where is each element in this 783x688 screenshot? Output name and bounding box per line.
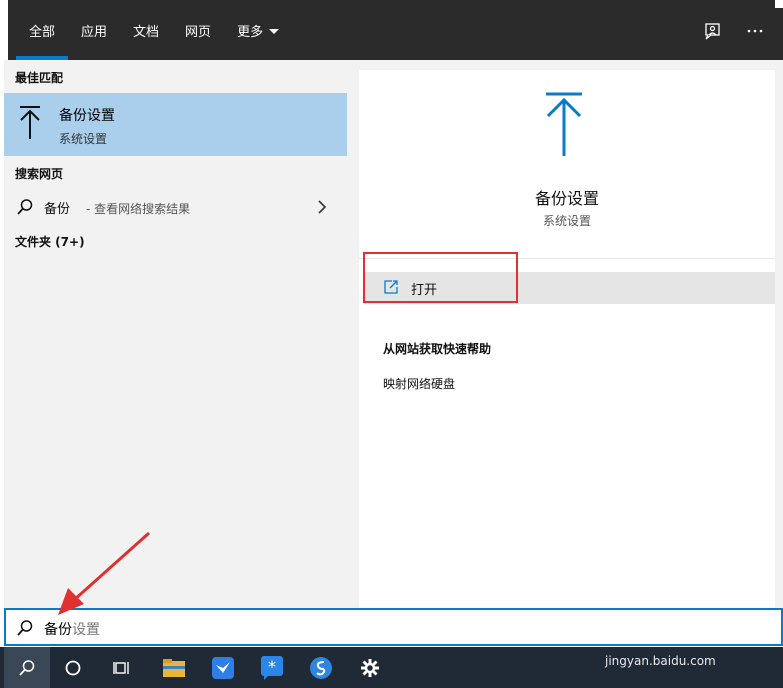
web-query-hint: - 查看网络搜索结果 bbox=[86, 202, 191, 216]
folder-icon bbox=[163, 658, 185, 677]
backup-upload-icon bbox=[546, 92, 582, 156]
help-link-map-drive[interactable]: 映射网络硬盘 bbox=[383, 375, 455, 392]
chevron-down-icon bbox=[269, 28, 280, 34]
search-typed-text: 备份 bbox=[44, 622, 72, 638]
window-edge bbox=[775, 0, 783, 8]
more-options-icon[interactable] bbox=[744, 20, 766, 42]
tab-more[interactable]: 更多 bbox=[224, 0, 292, 60]
taskbar-search-button[interactable] bbox=[4, 647, 50, 688]
search-icon bbox=[17, 620, 33, 636]
window-edge bbox=[0, 0, 8, 60]
preview-title: 备份设置 bbox=[534, 189, 599, 208]
best-match-title: 备份设置 bbox=[59, 108, 115, 124]
web-query-text: 备份 bbox=[44, 202, 71, 217]
taskbar-browser-button[interactable] bbox=[298, 647, 344, 688]
feedback-icon[interactable] bbox=[702, 20, 724, 42]
gear-icon bbox=[361, 658, 379, 677]
best-match-subtitle: 系统设置 bbox=[59, 132, 108, 146]
cortana-circle-icon bbox=[65, 660, 81, 675]
chevron-right-icon[interactable] bbox=[316, 199, 328, 215]
folders-heading[interactable]: 文件夹 (7+) bbox=[15, 233, 85, 250]
browser-app-icon bbox=[310, 656, 332, 679]
watermark-logo: Baidu经验 bbox=[600, 622, 722, 647]
search-input[interactable]: 备份设置 bbox=[44, 619, 100, 639]
annotation-highlight-box bbox=[363, 252, 518, 303]
tab-apps[interactable]: 应用 bbox=[68, 0, 120, 60]
file-explorer-button[interactable] bbox=[151, 647, 197, 688]
taskbar-app-button[interactable] bbox=[200, 647, 246, 688]
cortana-button[interactable] bbox=[50, 647, 96, 688]
search-suggestion-text: 设置 bbox=[72, 622, 100, 638]
watermark-url: jingyan.baidu.com bbox=[605, 654, 716, 668]
help-heading: 从网站获取快速帮助 bbox=[383, 342, 492, 356]
task-view-icon bbox=[113, 661, 129, 674]
bird-app-icon bbox=[212, 656, 234, 679]
search-icon bbox=[19, 659, 35, 676]
web-search-heading: 搜索网页 bbox=[15, 167, 64, 181]
star-app-icon: * bbox=[261, 655, 283, 680]
preview-pane: 备份设置 系统设置 打开 从网站获取快速帮助 映射网络硬盘 bbox=[347, 60, 783, 608]
results-list: 最佳匹配 备份设置 系统设置 搜索网页 备份 - 查看网络搜索结果 文件夹 (7… bbox=[4, 60, 347, 608]
svg-text:*: * bbox=[268, 657, 276, 676]
task-view-button[interactable] bbox=[99, 647, 145, 688]
search-window: 全部 应用 文档 网页 更多 最佳匹配 备份设置 系统设置 搜索网页 备份 - … bbox=[0, 0, 783, 688]
tab-web[interactable]: 网页 bbox=[172, 0, 224, 60]
preview-subtitle: 系统设置 bbox=[542, 214, 591, 228]
web-search-result[interactable]: 备份 - 查看网络搜索结果 bbox=[4, 193, 347, 221]
search-icon bbox=[17, 199, 33, 215]
taskbar-app-button[interactable]: * bbox=[249, 647, 295, 688]
backup-upload-icon bbox=[20, 106, 40, 139]
tab-all[interactable]: 全部 bbox=[16, 0, 69, 60]
preview-card: 备份设置 系统设置 打开 从网站获取快速帮助 映射网络硬盘 bbox=[359, 70, 775, 608]
tab-documents[interactable]: 文档 bbox=[120, 0, 172, 60]
tab-bar: 全部 应用 文档 网页 更多 bbox=[0, 0, 783, 60]
best-match-item[interactable]: 备份设置 系统设置 bbox=[4, 93, 347, 156]
best-match-heading: 最佳匹配 bbox=[15, 71, 64, 85]
settings-button[interactable] bbox=[347, 647, 393, 688]
